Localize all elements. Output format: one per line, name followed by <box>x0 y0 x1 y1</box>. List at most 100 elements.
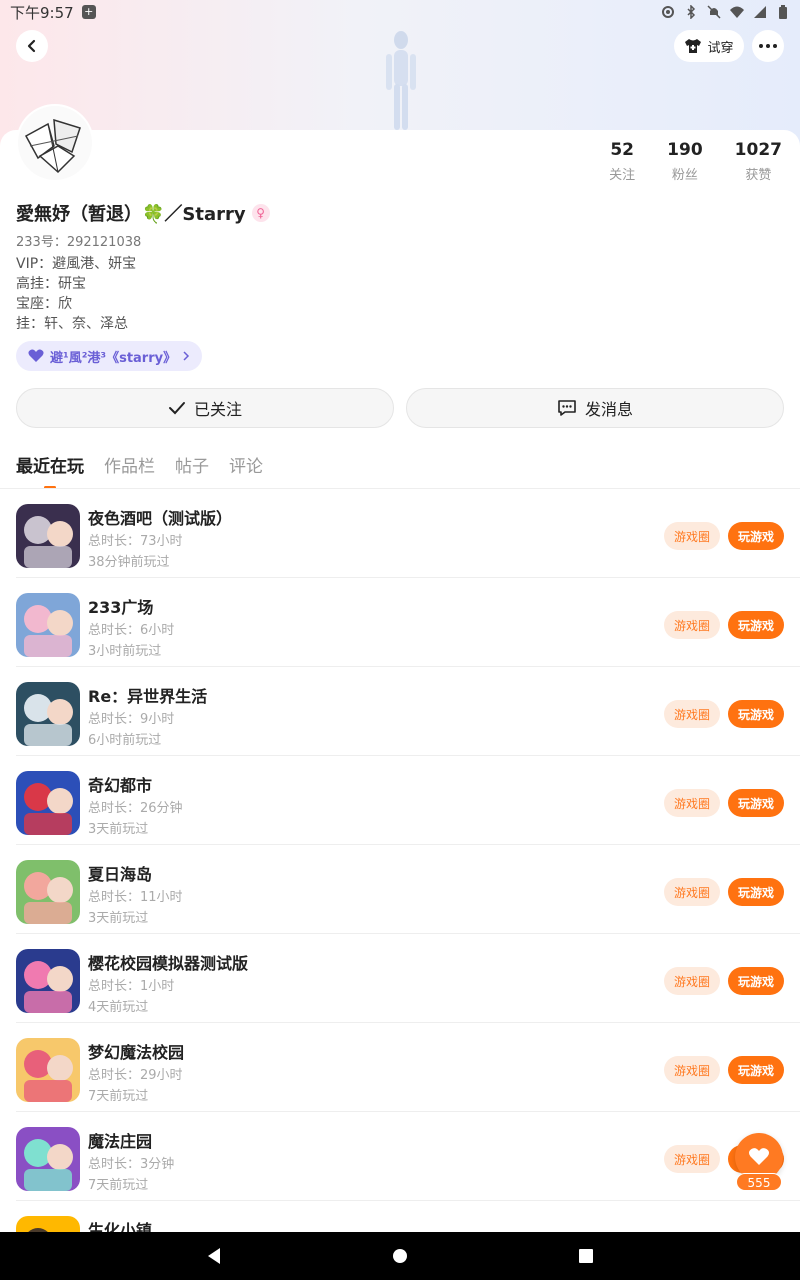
game-last-played: 3天前玩过 <box>88 911 149 926</box>
game-icon-image <box>16 771 80 835</box>
play-game-button[interactable]: 玩游戏 <box>728 1056 784 1084</box>
game-icon[interactable] <box>16 1038 80 1102</box>
game-last-played: 3天前玩过 <box>88 822 149 837</box>
shirt-icon <box>685 39 702 53</box>
try-on-label: 试穿 <box>707 40 734 56</box>
game-duration: 总时长：9小时 <box>88 712 175 727</box>
game-list-item[interactable]: 梦幻魔法校园 总时长：29小时 7天前玩过 游戏圈 玩游戏 <box>16 1023 800 1112</box>
avatar-figure-image <box>386 31 416 130</box>
game-name[interactable]: 夏日海岛 <box>88 861 152 885</box>
stat-likes[interactable]: 1027 获赞 <box>735 140 782 183</box>
tab-recent-playing[interactable]: 最近在玩 <box>16 452 84 489</box>
signal-icon <box>754 6 766 18</box>
stat-fans[interactable]: 190 粉丝 <box>667 140 703 183</box>
notification-icon: + <box>81 5 96 19</box>
game-name[interactable]: 梦幻魔法校园 <box>88 1039 184 1063</box>
following-button[interactable]: 已关注 <box>16 388 394 428</box>
chevron-right-icon <box>183 351 190 361</box>
nav-back-icon[interactable] <box>206 1247 222 1265</box>
bio-line: 高挂：研宝 <box>16 276 86 292</box>
game-icon[interactable] <box>16 771 80 835</box>
game-circle-button[interactable]: 游戏圈 <box>664 1056 720 1084</box>
like-count: 555 <box>736 1173 782 1191</box>
message-label: 发消息 <box>584 400 633 419</box>
try-on-button[interactable]: 试穿 <box>674 30 744 62</box>
bluetooth-icon <box>687 5 696 19</box>
game-list-item[interactable]: 夜色酒吧（测试版） 总时长：73小时 38分钟前玩过 游戏圈 玩游戏 <box>16 489 800 578</box>
tab-posts[interactable]: 帖子 <box>175 452 209 489</box>
game-icon[interactable] <box>16 860 80 924</box>
bio-line: 宝座：欣 <box>16 296 72 312</box>
game-icon[interactable] <box>16 1127 80 1191</box>
profile-nickname: 愛無妤（暂退）🍀／Starry ♀ <box>16 200 270 226</box>
game-name[interactable]: 魔法庄园 <box>88 1128 152 1152</box>
game-list-item[interactable]: 奇幻都市 总时长：26分钟 3天前玩过 游戏圈 玩游戏 <box>16 756 800 845</box>
play-game-button[interactable]: 玩游戏 <box>728 611 784 639</box>
game-circle-button[interactable]: 游戏圈 <box>664 789 720 817</box>
game-circle-button[interactable]: 游戏圈 <box>664 967 720 995</box>
chevron-left-icon <box>27 39 36 53</box>
play-game-button[interactable]: 玩游戏 <box>728 522 784 550</box>
heart-icon <box>28 349 44 362</box>
play-game-button[interactable]: 玩游戏 <box>728 789 784 817</box>
game-duration: 总时长：3分钟 <box>88 1157 175 1172</box>
nav-recents-icon[interactable] <box>578 1248 594 1264</box>
nickname-text: 愛無妤（暂退）🍀／Starry <box>16 204 246 225</box>
game-name[interactable]: 奇幻都市 <box>88 772 152 796</box>
stat-label: 获赞 <box>745 168 772 183</box>
battery-icon <box>779 5 787 19</box>
play-game-button[interactable]: 玩游戏 <box>728 878 784 906</box>
game-name[interactable]: 樱花校园模拟器测试版 <box>88 950 248 974</box>
avatar[interactable] <box>16 104 94 182</box>
game-list-item[interactable]: 233广场总时长：6小时 3小时前玩过 游戏圈 玩游戏 <box>16 578 800 667</box>
game-list-item[interactable]: 魔法庄园总时长：3分钟7天前玩过游戏圈玩游戏 <box>16 1112 800 1201</box>
game-icon-image <box>16 593 80 657</box>
game-circle-button[interactable]: 游戏圈 <box>664 1145 720 1173</box>
club-badge[interactable]: 避¹風²港³《starry》 <box>16 341 203 371</box>
game-icon[interactable] <box>16 682 80 746</box>
play-game-button[interactable]: 玩游戏 <box>728 700 784 728</box>
stat-label: 关注 <box>609 168 636 183</box>
system-navigation-bar <box>0 1232 800 1280</box>
game-icon[interactable] <box>16 1216 80 1232</box>
profile-stats: 52 关注 190 粉丝 1027 获赞 <box>609 140 782 183</box>
game-icon[interactable] <box>16 949 80 1013</box>
game-duration: 总时长：1小时 <box>88 979 175 994</box>
back-button[interactable] <box>16 30 48 62</box>
game-duration: 总时长：6小时 <box>88 623 175 638</box>
play-game-button[interactable]: 玩游戏 <box>728 967 784 995</box>
game-name[interactable]: 夜色酒吧（测试版） <box>88 505 232 529</box>
game-icon[interactable] <box>16 504 80 568</box>
tab-comments[interactable]: 评论 <box>229 452 263 489</box>
game-icon-image <box>16 1216 80 1232</box>
game-icon[interactable] <box>16 593 80 657</box>
game-circle-button[interactable]: 游戏圈 <box>664 522 720 550</box>
bio-line: 挂：轩、奈、泽总 <box>16 316 128 332</box>
status-time: 下午9:57 <box>10 3 74 22</box>
check-icon <box>168 402 185 415</box>
game-name[interactable]: Re：异世界生活 <box>88 683 207 707</box>
tab-works[interactable]: 作品栏 <box>104 452 155 489</box>
game-list-item[interactable]: Re：异世界生活 总时长：9小时 6小时前玩过 游戏圈 玩游戏 <box>16 667 800 756</box>
avatar-image <box>18 106 92 180</box>
game-name[interactable]: 233广场 <box>88 594 153 618</box>
game-last-played: 3小时前玩过 <box>88 644 162 659</box>
game-list-item[interactable]: 夏日海岛总时长：11小时 3天前玩过 游戏圈 玩游戏 <box>16 845 800 934</box>
game-circle-button[interactable]: 游戏圈 <box>664 878 720 906</box>
female-icon: ♀ <box>251 204 270 222</box>
game-circle-button[interactable]: 游戏圈 <box>664 700 720 728</box>
stat-number: 52 <box>610 140 634 160</box>
game-last-played: 4天前玩过 <box>88 1000 149 1015</box>
game-list-item[interactable]: 生化小镇游戏圈玩游戏 <box>16 1201 800 1232</box>
more-options-button[interactable] <box>752 30 784 62</box>
mute-icon <box>707 5 721 19</box>
game-list-item[interactable]: 樱花校园模拟器测试版总时长：1小时 4天前玩过 游戏圈 玩游戏 <box>16 934 800 1023</box>
send-message-button[interactable]: 发消息 <box>406 388 784 428</box>
sync-icon <box>662 6 674 18</box>
game-duration: 总时长：11小时 <box>88 890 183 905</box>
stat-following[interactable]: 52 关注 <box>609 140 635 183</box>
game-name[interactable]: 生化小镇 <box>88 1217 152 1232</box>
nav-home-icon[interactable] <box>392 1248 408 1264</box>
game-circle-button[interactable]: 游戏圈 <box>664 611 720 639</box>
recent-games-list: 夜色酒吧（测试版） 总时长：73小时 38分钟前玩过 游戏圈 玩游戏 233广场 总时长：6… <box>0 489 800 1232</box>
